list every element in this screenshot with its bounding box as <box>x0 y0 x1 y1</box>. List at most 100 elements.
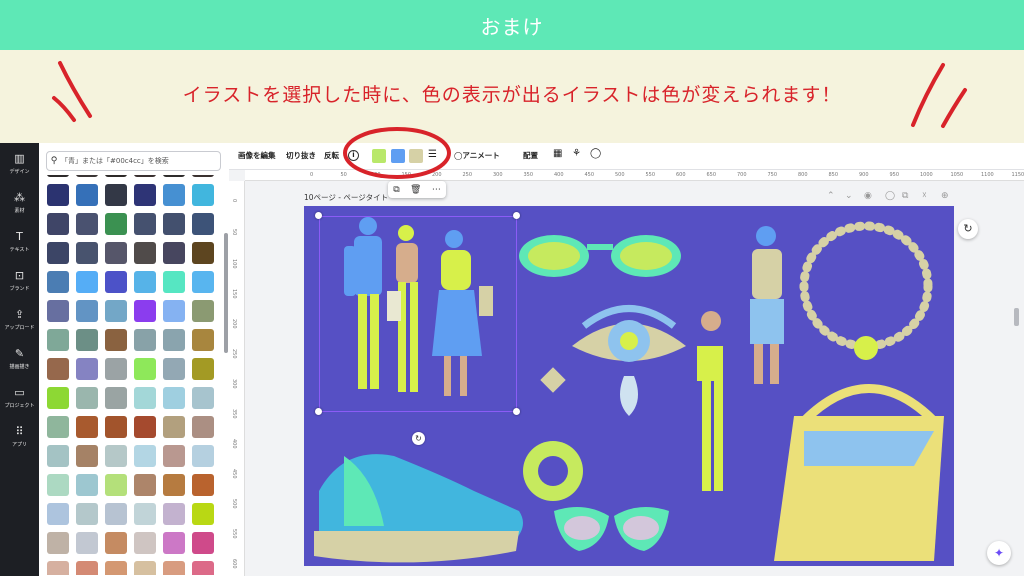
resize-handle-top-left[interactable] <box>315 212 322 219</box>
sunglasses-illustration[interactable] <box>519 235 681 277</box>
woman-illustration[interactable] <box>697 311 723 491</box>
color-swatch[interactable] <box>47 561 69 575</box>
color-swatch[interactable] <box>192 416 214 438</box>
color-swatch[interactable] <box>163 561 185 575</box>
color-swatch[interactable] <box>192 213 214 235</box>
color-swatch[interactable] <box>105 329 127 351</box>
rotate-handle-icon[interactable]: ↻ <box>412 432 425 445</box>
color-swatch[interactable] <box>105 300 127 322</box>
position-button[interactable]: 配置 <box>523 150 538 161</box>
color-swatch[interactable] <box>76 271 98 293</box>
color-swatch[interactable] <box>134 300 156 322</box>
color-swatch[interactable] <box>76 213 98 235</box>
color-swatch[interactable] <box>163 300 185 322</box>
color-swatch[interactable] <box>163 445 185 467</box>
color-swatch[interactable] <box>105 271 127 293</box>
rail-item-3[interactable]: ⊡ ブランド <box>0 264 39 300</box>
color-swatch[interactable] <box>163 387 185 409</box>
color-swatch[interactable] <box>47 175 69 177</box>
color-swatch[interactable] <box>76 474 98 496</box>
color-swatch[interactable] <box>163 358 185 380</box>
color-swatch[interactable] <box>134 329 156 351</box>
color-swatch[interactable] <box>76 445 98 467</box>
color-swatch[interactable] <box>163 271 185 293</box>
canvas-scrollbar[interactable] <box>1014 308 1019 326</box>
page-up-icon[interactable]: ⌃ <box>827 191 835 201</box>
color-swatch[interactable] <box>134 445 156 467</box>
color-swatch[interactable] <box>76 300 98 322</box>
paint-roller-icon[interactable]: ⚘ <box>572 148 581 159</box>
color-swatch[interactable] <box>163 175 185 177</box>
resize-handle-bottom-left[interactable] <box>315 408 322 415</box>
color-swatch[interactable] <box>47 213 69 235</box>
color-swatch[interactable] <box>105 474 127 496</box>
color-swatch[interactable] <box>192 271 214 293</box>
color-swatch[interactable] <box>76 416 98 438</box>
duplicate-page-icon[interactable]: ⧉ <box>902 191 908 201</box>
color-swatch[interactable] <box>47 445 69 467</box>
color-swatch[interactable] <box>47 329 69 351</box>
color-swatch[interactable] <box>76 532 98 554</box>
color-swatch[interactable] <box>105 416 127 438</box>
delete-page-icon[interactable]: ☓ <box>922 191 927 201</box>
color-swatch[interactable] <box>105 387 127 409</box>
magic-assistant-icon[interactable]: ✦ <box>987 541 1011 565</box>
color-swatch[interactable] <box>47 474 69 496</box>
resize-handle-top-right[interactable] <box>513 212 520 219</box>
bag-illustration[interactable] <box>774 384 944 562</box>
duplicate-icon[interactable]: ⧉ <box>393 185 399 195</box>
color-swatch[interactable] <box>192 387 214 409</box>
more-icon[interactable]: ⋯ <box>432 185 441 195</box>
resize-handle-bottom-right[interactable] <box>513 408 520 415</box>
color-swatch[interactable] <box>47 416 69 438</box>
color-swatch[interactable] <box>192 561 214 575</box>
color-swatch[interactable] <box>76 175 98 177</box>
search-box[interactable]: ⚲ 「青」または「#00c4cc」を検索 <box>46 151 221 171</box>
color-swatch[interactable] <box>163 503 185 525</box>
rail-item-6[interactable]: ▭ プロジェクト <box>0 381 39 417</box>
color-swatch[interactable] <box>47 387 69 409</box>
color-swatch[interactable] <box>134 184 156 206</box>
color-swatch[interactable] <box>192 358 214 380</box>
page-title[interactable]: 10ページ - ページタイト <box>304 192 388 203</box>
color-swatch[interactable] <box>192 300 214 322</box>
color-swatch[interactable] <box>47 503 69 525</box>
color-swatch[interactable] <box>163 213 185 235</box>
color-swatch[interactable] <box>105 561 127 575</box>
rail-item-7[interactable]: ⠿ アプリ <box>0 420 39 456</box>
edit-image-button[interactable]: 画像を編集 <box>238 150 276 161</box>
eye-illustration[interactable] <box>572 305 686 417</box>
earring-illustration[interactable] <box>523 367 583 501</box>
color-swatch[interactable] <box>105 175 127 177</box>
rail-item-2[interactable]: T テキスト <box>0 225 39 261</box>
color-swatch[interactable] <box>47 532 69 554</box>
color-swatch[interactable] <box>192 175 214 177</box>
color-swatch[interactable] <box>134 213 156 235</box>
color-swatch[interactable] <box>134 474 156 496</box>
color-swatch[interactable] <box>163 184 185 206</box>
color-swatch[interactable] <box>47 358 69 380</box>
color-swatch[interactable] <box>76 503 98 525</box>
color-swatch[interactable] <box>134 358 156 380</box>
color-swatch[interactable] <box>134 387 156 409</box>
color-swatch[interactable] <box>76 184 98 206</box>
hide-page-icon[interactable]: ◉ <box>864 191 872 201</box>
color-swatch[interactable] <box>163 329 185 351</box>
man-illustration[interactable] <box>750 226 784 384</box>
color-swatch[interactable] <box>105 358 127 380</box>
animate-button[interactable]: ◯アニメート <box>454 150 500 161</box>
color-swatch[interactable] <box>47 242 69 264</box>
color-swatch[interactable] <box>76 561 98 575</box>
color-swatch[interactable] <box>134 561 156 575</box>
transparency-icon[interactable]: ▦ <box>553 148 562 159</box>
refresh-icon[interactable]: ↻ <box>958 219 978 239</box>
color-swatch[interactable] <box>192 474 214 496</box>
color-swatch[interactable] <box>105 242 127 264</box>
color-swatch[interactable] <box>47 271 69 293</box>
color-swatch[interactable] <box>163 474 185 496</box>
page-down-icon[interactable]: ⌄ <box>845 191 853 201</box>
color-swatch[interactable] <box>163 532 185 554</box>
sneaker-illustration[interactable] <box>314 454 523 563</box>
cat-eye-glasses-illustration[interactable] <box>554 507 669 551</box>
lock-page-icon[interactable]: ◯ <box>885 191 895 201</box>
